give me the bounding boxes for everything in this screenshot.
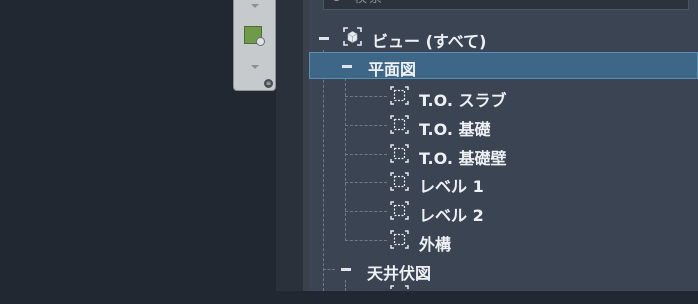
collapse-icon[interactable] — [341, 268, 351, 271]
tree-item[interactable]: レベル 1 — [309, 169, 698, 196]
dashed-frame-icon — [390, 285, 409, 289]
tool-strip: ≡ — [233, 0, 276, 91]
collapse-icon[interactable] — [342, 65, 352, 68]
tree-root-row[interactable]: ビュー (すべて) — [309, 24, 698, 51]
tree-group-label: 天井伏図 — [367, 264, 432, 283]
tree-item[interactable]: 外構 — [309, 227, 698, 254]
tree-item[interactable]: T.O. 基礎壁 — [309, 141, 698, 168]
tree-item[interactable]: レベル 2 — [309, 198, 698, 225]
tree-item-label: 外構 — [419, 235, 452, 254]
tree-group-ceiling-plans[interactable]: 天井伏図 — [309, 256, 698, 283]
dashed-frame-icon — [390, 115, 409, 134]
panel-gap — [276, 0, 303, 291]
dashed-frame-icon — [390, 172, 409, 191]
tree-item-label: T.O. 基礎壁 — [419, 149, 507, 168]
dashed-frame-icon — [390, 86, 409, 105]
project-browser-panel: 検索 ビュー (すべて) 平面図 T.O. スラブ — [309, 0, 698, 291]
shape-dot-icon — [256, 37, 265, 46]
tree-item-label: レベル 2 — [419, 206, 484, 225]
dashed-frame-icon — [390, 230, 409, 249]
drawing-canvas[interactable] — [0, 0, 233, 291]
tree-root-label: ビュー (すべて) — [372, 32, 487, 51]
cube-view-icon — [343, 27, 362, 46]
tree-item[interactable]: T.O. 基礎 — [309, 112, 698, 139]
chevron-down-icon[interactable] — [251, 4, 259, 8]
tree-item[interactable]: T.O. スラブ — [309, 83, 698, 110]
tree-item-label: T.O. 基礎 — [419, 120, 491, 139]
collapse-icon[interactable] — [319, 37, 329, 40]
tree-group-floor-plans[interactable]: 平面図 — [309, 52, 698, 79]
chevron-down-icon[interactable] — [251, 65, 259, 69]
search-input[interactable]: 検索 — [323, 0, 689, 10]
dashed-frame-icon — [390, 201, 409, 220]
search-icon — [332, 0, 341, 1]
tree-group-label: 平面図 — [368, 60, 417, 79]
dashed-frame-icon — [390, 144, 409, 163]
expand-menu-icon[interactable]: ≡ — [264, 79, 273, 88]
tree-item-label: レベル 1 — [419, 177, 484, 196]
search-placeholder: 検索 — [354, 0, 384, 6]
tree-item-label: T.O. スラブ — [419, 91, 507, 110]
